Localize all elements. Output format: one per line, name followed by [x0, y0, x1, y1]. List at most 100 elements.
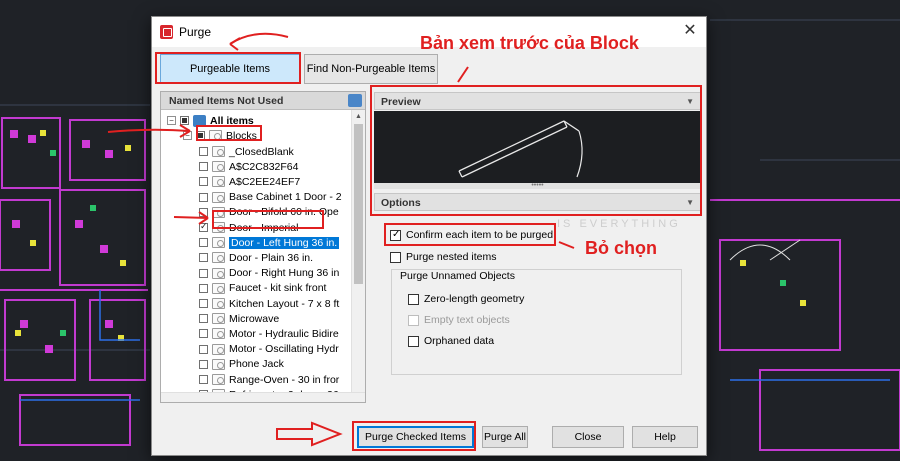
- tree-item[interactable]: Door - Right Hung 36 in: [199, 266, 339, 281]
- tree-options-icon[interactable]: [348, 94, 362, 107]
- confirm-purge-checkbox[interactable]: [390, 229, 401, 241]
- tree-item-label: Faucet - kit sink front: [229, 282, 327, 295]
- tree-item-label: Base Cabinet 1 Door - 2: [229, 191, 342, 204]
- block-icon: [212, 206, 225, 218]
- tree-item[interactable]: Range-Oven - 30 in fror: [199, 372, 339, 387]
- block-icon: [212, 146, 225, 157]
- block-icon: [212, 374, 225, 385]
- tree-item[interactable]: Door - Bifold 60 in. Ope: [199, 205, 339, 220]
- tree-item[interactable]: Door - Plain 36 in.: [199, 250, 313, 265]
- tree-item-label: Door - Plain 36 in.: [229, 251, 314, 264]
- watermark: IS EVERYTHING: [557, 218, 681, 230]
- purge-nested-option[interactable]: Purge nested items: [390, 251, 496, 263]
- orphaned-data-option[interactable]: Orphaned data: [408, 335, 494, 347]
- tree-item-label: A$C2EE24EF7: [229, 175, 301, 188]
- chevron-down-icon[interactable]: ▼: [686, 93, 694, 111]
- close-icon[interactable]: ✕: [682, 23, 698, 39]
- block-icon: [212, 252, 225, 264]
- tree-item-label: Microwave: [229, 312, 280, 325]
- tree-item[interactable]: Microwave: [199, 311, 279, 326]
- block-icon: [212, 328, 225, 340]
- block-icon: [212, 358, 225, 370]
- tree-item-label: Phone Jack: [229, 358, 284, 371]
- tree-body: − All items − Blocks _ClosedBlank A$C2C83…: [161, 110, 365, 402]
- help-button[interactable]: Help: [632, 426, 698, 448]
- tree-item[interactable]: _ClosedBlank: [199, 144, 294, 159]
- confirm-purge-option[interactable]: Confirm each item to be purged: [390, 229, 553, 241]
- purge-all-button[interactable]: Purge All: [482, 426, 528, 448]
- tree-item-checkbox[interactable]: [199, 177, 208, 187]
- annotation-uncheck-note: Bỏ chọn: [585, 238, 657, 258]
- tree-item[interactable]: Sink-single - 30 in top: [199, 402, 330, 403]
- tree-item-checkbox[interactable]: [199, 192, 208, 202]
- tree-item[interactable]: Door - Left Hung 36 in.: [199, 235, 340, 250]
- block-icon: [212, 343, 225, 355]
- tree-item-checkbox[interactable]: [199, 147, 208, 156]
- tree-item[interactable]: A$C2EE24EF7: [199, 174, 300, 189]
- root-checkbox[interactable]: [180, 116, 189, 125]
- purge-dialog: Purge ✕ Purgeable Items Find Non-Purgeab…: [151, 16, 707, 456]
- close-button[interactable]: Close: [552, 426, 624, 448]
- tree-item-checkbox[interactable]: [199, 283, 208, 293]
- tree-root-row[interactable]: − All items: [167, 113, 254, 128]
- tree-horizontal-scrollbar[interactable]: [161, 392, 365, 402]
- tree-item-checkbox[interactable]: [199, 221, 208, 232]
- purge-checked-items-button[interactable]: Purge Checked Items: [357, 426, 474, 448]
- block-icon: [212, 191, 225, 203]
- empty-text-option: Empty text objects: [408, 314, 510, 326]
- tab-purgeable-items[interactable]: Purgeable Items: [160, 54, 300, 84]
- tree-item-label: Motor - Hydraulic Bidire: [229, 327, 339, 340]
- purge-nested-checkbox[interactable]: [390, 251, 401, 263]
- block-icon: [212, 161, 225, 173]
- scroll-thumb[interactable]: [354, 124, 363, 284]
- tree-item-checkbox[interactable]: [199, 162, 208, 172]
- zero-length-checkbox[interactable]: [408, 293, 419, 305]
- annotation-preview-note: Bản xem trước của Block: [420, 33, 639, 53]
- tree-item-label: Kitchen Layout - 7 x 8 ft: [229, 297, 340, 310]
- tree-item-checkbox[interactable]: [199, 329, 208, 339]
- chevron-down-icon[interactable]: ▼: [686, 194, 694, 212]
- tree-item-label: A$C2C832F64: [229, 160, 299, 173]
- tree-item[interactable]: Motor - Hydraulic Bidire: [199, 326, 339, 341]
- tree-item[interactable]: Motor - Oscillating Hydr: [199, 342, 339, 357]
- empty-text-checkbox: [408, 314, 419, 326]
- tree-item[interactable]: Faucet - kit sink front: [199, 281, 326, 296]
- orphaned-data-checkbox[interactable]: [408, 335, 419, 347]
- block-icon: [212, 222, 225, 233]
- zero-length-option[interactable]: Zero-length geometry: [408, 293, 524, 305]
- tree-item[interactable]: A$C2C832F64: [199, 159, 298, 174]
- tree-item-checkbox[interactable]: [199, 375, 208, 384]
- tree-item-checkbox[interactable]: [199, 207, 208, 217]
- blocks-checkbox[interactable]: [196, 131, 205, 140]
- orphaned-data-label: Orphaned data: [424, 335, 495, 347]
- named-items-tree: Named Items Not Used − All items − Block…: [160, 91, 366, 403]
- tree-item-checkbox[interactable]: [199, 238, 208, 248]
- tree-item-checkbox[interactable]: [199, 359, 208, 369]
- tree-item-label: Motor - Oscillating Hydr: [229, 343, 339, 356]
- preview-header[interactable]: Preview ▼: [374, 92, 701, 110]
- tree-item-checkbox[interactable]: [199, 253, 208, 263]
- collapse-icon[interactable]: −: [183, 131, 192, 140]
- options-label: Options: [381, 197, 421, 209]
- tree-item-label: Range-Oven - 30 in fror: [229, 373, 340, 386]
- tree-item-checkbox[interactable]: [199, 314, 208, 324]
- tree-item[interactable]: Phone Jack: [199, 357, 284, 372]
- block-preview-canvas: [374, 111, 701, 183]
- preview-resize-grip[interactable]: •••••: [374, 182, 701, 189]
- tree-item-checkbox[interactable]: [199, 344, 208, 354]
- tree-item[interactable]: Kitchen Layout - 7 x 8 ft: [199, 296, 339, 311]
- drawing-icon: [193, 114, 206, 127]
- empty-text-label: Empty text objects: [424, 314, 510, 326]
- tree-item-checkbox[interactable]: [199, 299, 208, 308]
- tree-item-checkbox[interactable]: [199, 268, 208, 278]
- tree-vertical-scrollbar[interactable]: ▲ ▼: [351, 110, 365, 402]
- tree-blocks-row[interactable]: − Blocks: [183, 128, 257, 143]
- tab-find-non-purgeable-items[interactable]: Find Non-Purgeable Items: [304, 54, 438, 84]
- collapse-icon[interactable]: −: [167, 116, 176, 125]
- scroll-up-icon[interactable]: ▲: [355, 113, 362, 120]
- block-icon: [212, 313, 225, 325]
- tree-item[interactable]: Base Cabinet 1 Door - 2: [199, 190, 342, 205]
- options-header[interactable]: Options ▼: [374, 193, 701, 211]
- tree-item[interactable]: Door - Imperial: [199, 220, 298, 235]
- tree-item-label: Door - Imperial: [229, 221, 299, 234]
